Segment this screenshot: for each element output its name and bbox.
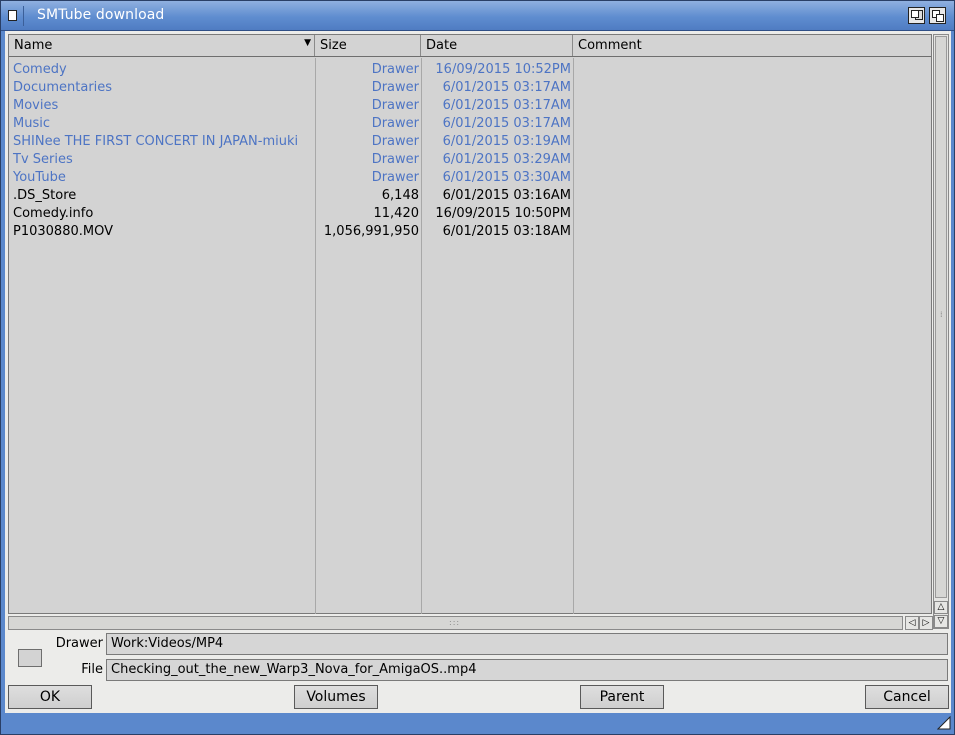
- resize-icon[interactable]: [937, 716, 951, 730]
- scroll-left-icon[interactable]: ◁: [905, 616, 919, 630]
- name-cell: SHINee THE FIRST CONCERT IN JAPAN-miuki: [13, 134, 299, 149]
- name-cell: .DS_Store: [13, 188, 77, 203]
- date-cell: 6/01/2015 03:19AM: [442, 134, 571, 149]
- name-cell: Tv Series: [13, 152, 73, 167]
- date-cell: 6/01/2015 03:17AM: [442, 98, 571, 113]
- file-name-field[interactable]: Checking_out_the_new_Warp3_Nova_for_Amig…: [106, 659, 948, 681]
- drawer-path-field[interactable]: Work:Videos/MP4: [106, 633, 948, 655]
- drawer-row[interactable]: Documentaries Drawer 6/01/2015 03:17AM: [9, 79, 931, 97]
- date-cell: 6/01/2015 03:17AM: [442, 116, 571, 131]
- depth-icon[interactable]: [929, 7, 946, 24]
- column-header-name[interactable]: Name ▼: [9, 35, 315, 56]
- size-cell: Drawer: [371, 152, 419, 167]
- size-cell: Drawer: [371, 80, 419, 95]
- cancel-button[interactable]: Cancel: [865, 685, 949, 709]
- scroll-down-icon[interactable]: ▽: [934, 615, 948, 628]
- date-cell: 6/01/2015 03:29AM: [442, 152, 571, 167]
- date-cell: 6/01/2015 03:18AM: [442, 224, 571, 239]
- comment-cell: [573, 97, 931, 115]
- file-list[interactable]: Name ▼ Size Date Comment Comedy Drawer 16/…: [8, 34, 932, 614]
- name-cell: P1030880.MOV: [13, 224, 113, 239]
- file-requester-window: SMTube download Name ▼ Size Date Comment…: [0, 0, 955, 735]
- column-header-comment[interactable]: Comment: [573, 35, 931, 56]
- vertical-scrollbar[interactable]: ⁞ △ ▽: [933, 34, 949, 629]
- requester-panel: Name ▼ Size Date Comment Comedy Drawer 16/…: [5, 31, 951, 713]
- comment-cell: [573, 169, 931, 187]
- list-rows: Comedy Drawer 16/09/2015 10:52PM Documentar…: [9, 61, 931, 241]
- grip-icon: ⁞: [940, 310, 943, 319]
- horizontal-scrollbar[interactable]: :::: [8, 616, 903, 630]
- size-cell: 1,056,991,950: [323, 224, 419, 239]
- date-cell: 16/09/2015 10:50PM: [435, 206, 571, 221]
- scroll-right-icon[interactable]: ▷: [919, 616, 933, 630]
- window-title: SMTube download: [37, 7, 165, 23]
- date-cell: 6/01/2015 03:17AM: [442, 80, 571, 95]
- drawer-row[interactable]: Comedy Drawer 16/09/2015 10:52PM: [9, 61, 931, 79]
- file-label: File: [81, 662, 103, 677]
- title-bar[interactable]: SMTube download: [1, 1, 954, 31]
- drawer-row[interactable]: Tv Series Drawer 6/01/2015 03:29AM: [9, 151, 931, 169]
- file-row[interactable]: Comedy.info 11,420 16/09/2015 10:50PM: [9, 205, 931, 223]
- comment-cell: [573, 79, 931, 97]
- size-cell: Drawer: [371, 170, 419, 185]
- close-icon[interactable]: [4, 6, 24, 26]
- comment-cell: [573, 187, 931, 205]
- date-cell: 6/01/2015 03:30AM: [442, 170, 571, 185]
- comment-cell: [573, 61, 931, 79]
- comment-cell: [573, 115, 931, 133]
- scroll-up-icon[interactable]: △: [934, 601, 948, 614]
- column-header-date[interactable]: Date: [421, 35, 573, 56]
- zoom-icon[interactable]: [908, 7, 925, 24]
- comment-cell: [573, 151, 931, 169]
- sort-arrow-icon: ▼: [304, 38, 311, 48]
- size-cell: Drawer: [371, 116, 419, 131]
- drawer-row[interactable]: YouTube Drawer 6/01/2015 03:30AM: [9, 169, 931, 187]
- size-cell: Drawer: [371, 62, 419, 77]
- size-cell: 6,148: [381, 188, 419, 203]
- date-cell: 6/01/2015 03:16AM: [442, 188, 571, 203]
- volumes-button[interactable]: Volumes: [294, 685, 378, 709]
- drawer-row[interactable]: SHINee THE FIRST CONCERT IN JAPAN-miuki D…: [9, 133, 931, 151]
- date-cell: 16/09/2015 10:52PM: [435, 62, 571, 77]
- drawer-row[interactable]: Movies Drawer 6/01/2015 03:17AM: [9, 97, 931, 115]
- scroll-knob[interactable]: ⁞: [935, 36, 947, 598]
- size-cell: 11,420: [373, 206, 420, 221]
- size-cell: Drawer: [371, 98, 419, 113]
- list-header: Name ▼ Size Date Comment: [9, 35, 931, 57]
- parent-button[interactable]: Parent: [580, 685, 664, 709]
- name-cell: Music: [13, 116, 50, 131]
- comment-cell: [573, 133, 931, 151]
- name-cell: YouTube: [13, 170, 66, 185]
- name-cell: Comedy: [13, 62, 67, 77]
- column-header-size[interactable]: Size: [315, 35, 421, 56]
- file-row[interactable]: .DS_Store 6,148 6/01/2015 03:16AM: [9, 187, 931, 205]
- name-cell: Documentaries: [13, 80, 113, 95]
- drawer-row[interactable]: Music Drawer 6/01/2015 03:17AM: [9, 115, 931, 133]
- size-cell: Drawer: [371, 134, 419, 149]
- file-row[interactable]: P1030880.MOV 1,056,991,950 6/01/2015 03:18…: [9, 223, 931, 241]
- grip-icon: :::: [449, 618, 461, 627]
- comment-cell: [573, 205, 931, 223]
- ok-button[interactable]: OK: [8, 685, 92, 709]
- comment-cell: [573, 223, 931, 241]
- drawers-toggle-button[interactable]: [18, 649, 42, 667]
- drawer-label: Drawer: [55, 636, 103, 651]
- name-cell: Comedy.info: [13, 206, 94, 221]
- name-cell: Movies: [13, 98, 59, 113]
